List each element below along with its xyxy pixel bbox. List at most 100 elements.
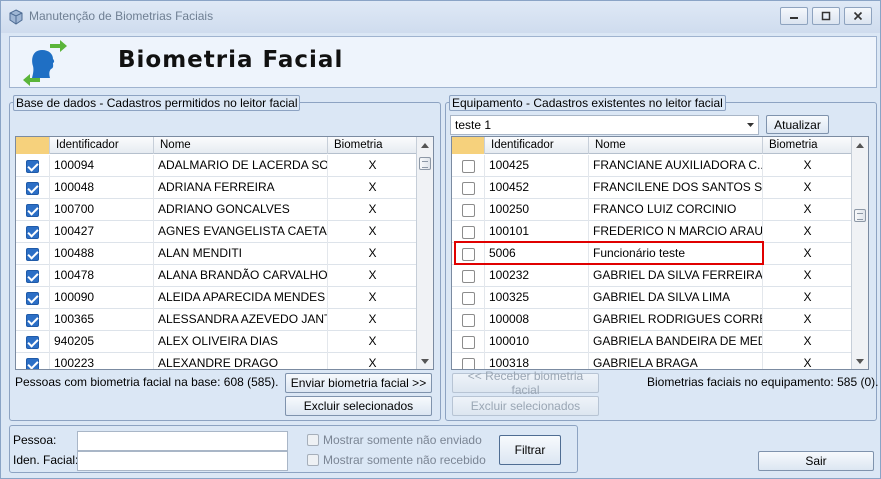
select-all-header[interactable] xyxy=(16,137,50,154)
minimize-button[interactable] xyxy=(780,7,808,25)
row-checkbox[interactable] xyxy=(26,357,39,369)
scroll-thumb[interactable] xyxy=(854,209,866,222)
row-checkbox-cell[interactable] xyxy=(452,331,485,353)
delete-selected-button[interactable]: Excluir selecionados xyxy=(285,396,432,416)
receive-biometry-button[interactable]: << Receber biometria facial xyxy=(452,369,599,397)
row-checkbox[interactable] xyxy=(461,269,475,283)
row-checkbox-cell[interactable] xyxy=(452,221,485,243)
face-id-label: Iden. Facial: xyxy=(13,453,79,467)
table-row[interactable]: 100232 GABRIEL DA SILVA FERREIRA X xyxy=(452,265,853,287)
row-checkbox[interactable] xyxy=(461,181,475,195)
row-checkbox-cell[interactable] xyxy=(452,265,485,287)
row-checkbox[interactable] xyxy=(461,225,475,239)
row-checkbox[interactable] xyxy=(461,203,475,217)
row-checkbox[interactable] xyxy=(461,247,475,261)
table-row[interactable]: 100700 ADRIANO GONCALVES X xyxy=(16,199,418,221)
only-not-sent-checkbox[interactable]: Mostrar somente não enviado xyxy=(307,433,482,447)
col-biometria[interactable]: Biometria xyxy=(328,137,418,154)
row-checkbox[interactable] xyxy=(26,225,39,239)
table-row[interactable]: 100250 FRANCO LUIZ CORCINIO X xyxy=(452,199,853,221)
row-checkbox[interactable] xyxy=(26,335,39,349)
name-cell: GABRIELA BANDEIRA DE MED... xyxy=(589,331,763,353)
device-grid-scrollbar[interactable] xyxy=(851,137,868,369)
table-row[interactable]: 100365 ALESSANDRA AZEVEDO JANT... X xyxy=(16,309,418,331)
row-checkbox[interactable] xyxy=(26,203,39,217)
row-checkbox[interactable] xyxy=(26,159,39,173)
scroll-up-button[interactable] xyxy=(852,137,868,153)
table-row[interactable]: 5006 Funcionário teste X xyxy=(452,243,853,265)
refresh-button[interactable]: Atualizar xyxy=(766,115,829,134)
device-select[interactable]: teste 1 xyxy=(450,115,759,135)
row-checkbox[interactable] xyxy=(26,269,39,283)
row-checkbox[interactable] xyxy=(26,181,39,195)
table-row[interactable]: 100094 ADALMARIO DE LACERDA SO... X xyxy=(16,155,418,177)
table-row[interactable]: 100478 ALANA BRANDÃO CARVALHO X xyxy=(16,265,418,287)
row-checkbox[interactable] xyxy=(26,247,39,261)
table-row[interactable]: 100101 FREDERICO N MARCIO ARAU... X xyxy=(452,221,853,243)
row-checkbox[interactable] xyxy=(26,291,39,305)
identifier-cell: 100452 xyxy=(485,177,589,199)
only-not-received-checkbox[interactable]: Mostrar somente não recebido xyxy=(307,453,486,467)
send-biometry-button[interactable]: Enviar biometria facial >> xyxy=(285,373,432,393)
row-checkbox-cell[interactable] xyxy=(16,287,50,309)
table-row[interactable]: 100325 GABRIEL DA SILVA LIMA X xyxy=(452,287,853,309)
col-biometria[interactable]: Biometria xyxy=(763,137,853,154)
row-checkbox-cell[interactable] xyxy=(16,221,50,243)
col-identificador[interactable]: Identificador xyxy=(50,137,154,154)
filter-button[interactable]: Filtrar xyxy=(499,435,561,465)
biometry-cell: X xyxy=(328,353,418,369)
row-checkbox[interactable] xyxy=(461,335,475,349)
row-checkbox-cell[interactable] xyxy=(452,309,485,331)
row-checkbox-cell[interactable] xyxy=(452,155,485,177)
row-checkbox-cell[interactable] xyxy=(452,199,485,221)
row-checkbox-cell[interactable] xyxy=(452,177,485,199)
row-checkbox-cell[interactable] xyxy=(16,243,50,265)
biometry-cell: X xyxy=(328,221,418,243)
scroll-thumb[interactable] xyxy=(419,157,431,170)
table-row[interactable]: 940205 ALEX OLIVEIRA DIAS X xyxy=(16,331,418,353)
row-checkbox-cell[interactable] xyxy=(16,265,50,287)
close-button[interactable] xyxy=(844,7,872,25)
row-checkbox-cell[interactable] xyxy=(16,353,50,369)
table-row[interactable]: 100008 GABRIEL RODRIGUES CORREIA X xyxy=(452,309,853,331)
maximize-button[interactable] xyxy=(812,7,840,25)
row-checkbox-cell[interactable] xyxy=(16,199,50,221)
person-input[interactable] xyxy=(77,431,288,451)
maximize-icon xyxy=(821,11,831,21)
table-row[interactable]: 100318 GABRIELA BRAGA X xyxy=(452,353,853,369)
scroll-down-button[interactable] xyxy=(417,353,433,369)
row-checkbox-cell[interactable] xyxy=(452,353,485,369)
row-checkbox-cell[interactable] xyxy=(452,243,485,265)
row-checkbox-cell[interactable] xyxy=(452,287,485,309)
scroll-down-button[interactable] xyxy=(852,353,868,369)
table-row[interactable]: 100488 ALAN MENDITI X xyxy=(16,243,418,265)
table-row[interactable]: 100427 AGNES EVANGELISTA CAETA... X xyxy=(16,221,418,243)
select-all-header[interactable] xyxy=(452,137,485,154)
scroll-up-button[interactable] xyxy=(417,137,433,153)
table-row[interactable]: 100090 ALEIDA APARECIDA MENDES ... X xyxy=(16,287,418,309)
row-checkbox[interactable] xyxy=(461,159,475,173)
table-row[interactable]: 100425 FRANCIANE AUXILIADORA C... X xyxy=(452,155,853,177)
row-checkbox[interactable] xyxy=(461,291,475,305)
table-row[interactable]: 100010 GABRIELA BANDEIRA DE MED... X xyxy=(452,331,853,353)
database-grid[interactable]: Identificador Nome Biometria 100094 ADALM… xyxy=(15,136,434,370)
col-nome[interactable]: Nome xyxy=(154,137,328,154)
biometry-cell: X xyxy=(328,155,418,177)
exit-button[interactable]: Sair xyxy=(758,451,874,471)
row-checkbox-cell[interactable] xyxy=(16,309,50,331)
row-checkbox[interactable] xyxy=(26,313,39,327)
table-row[interactable]: 100223 ALEXANDRE DRAGO X xyxy=(16,353,418,369)
name-cell: ADRIANO GONCALVES xyxy=(154,199,328,221)
device-delete-selected-button[interactable]: Excluir selecionados xyxy=(452,396,599,416)
table-row[interactable]: 100048 ADRIANA FERREIRA X xyxy=(16,177,418,199)
row-checkbox-cell[interactable] xyxy=(16,155,50,177)
row-checkbox-cell[interactable] xyxy=(16,331,50,353)
row-checkbox[interactable] xyxy=(461,313,475,327)
row-checkbox-cell[interactable] xyxy=(16,177,50,199)
col-identificador[interactable]: Identificador xyxy=(485,137,589,154)
table-row[interactable]: 100452 FRANCILENE DOS SANTOS S... X xyxy=(452,177,853,199)
col-nome[interactable]: Nome xyxy=(589,137,763,154)
face-id-input[interactable] xyxy=(77,451,288,471)
database-grid-scrollbar[interactable] xyxy=(416,137,433,369)
device-grid[interactable]: Identificador Nome Biometria 100425 FRANC… xyxy=(451,136,869,370)
